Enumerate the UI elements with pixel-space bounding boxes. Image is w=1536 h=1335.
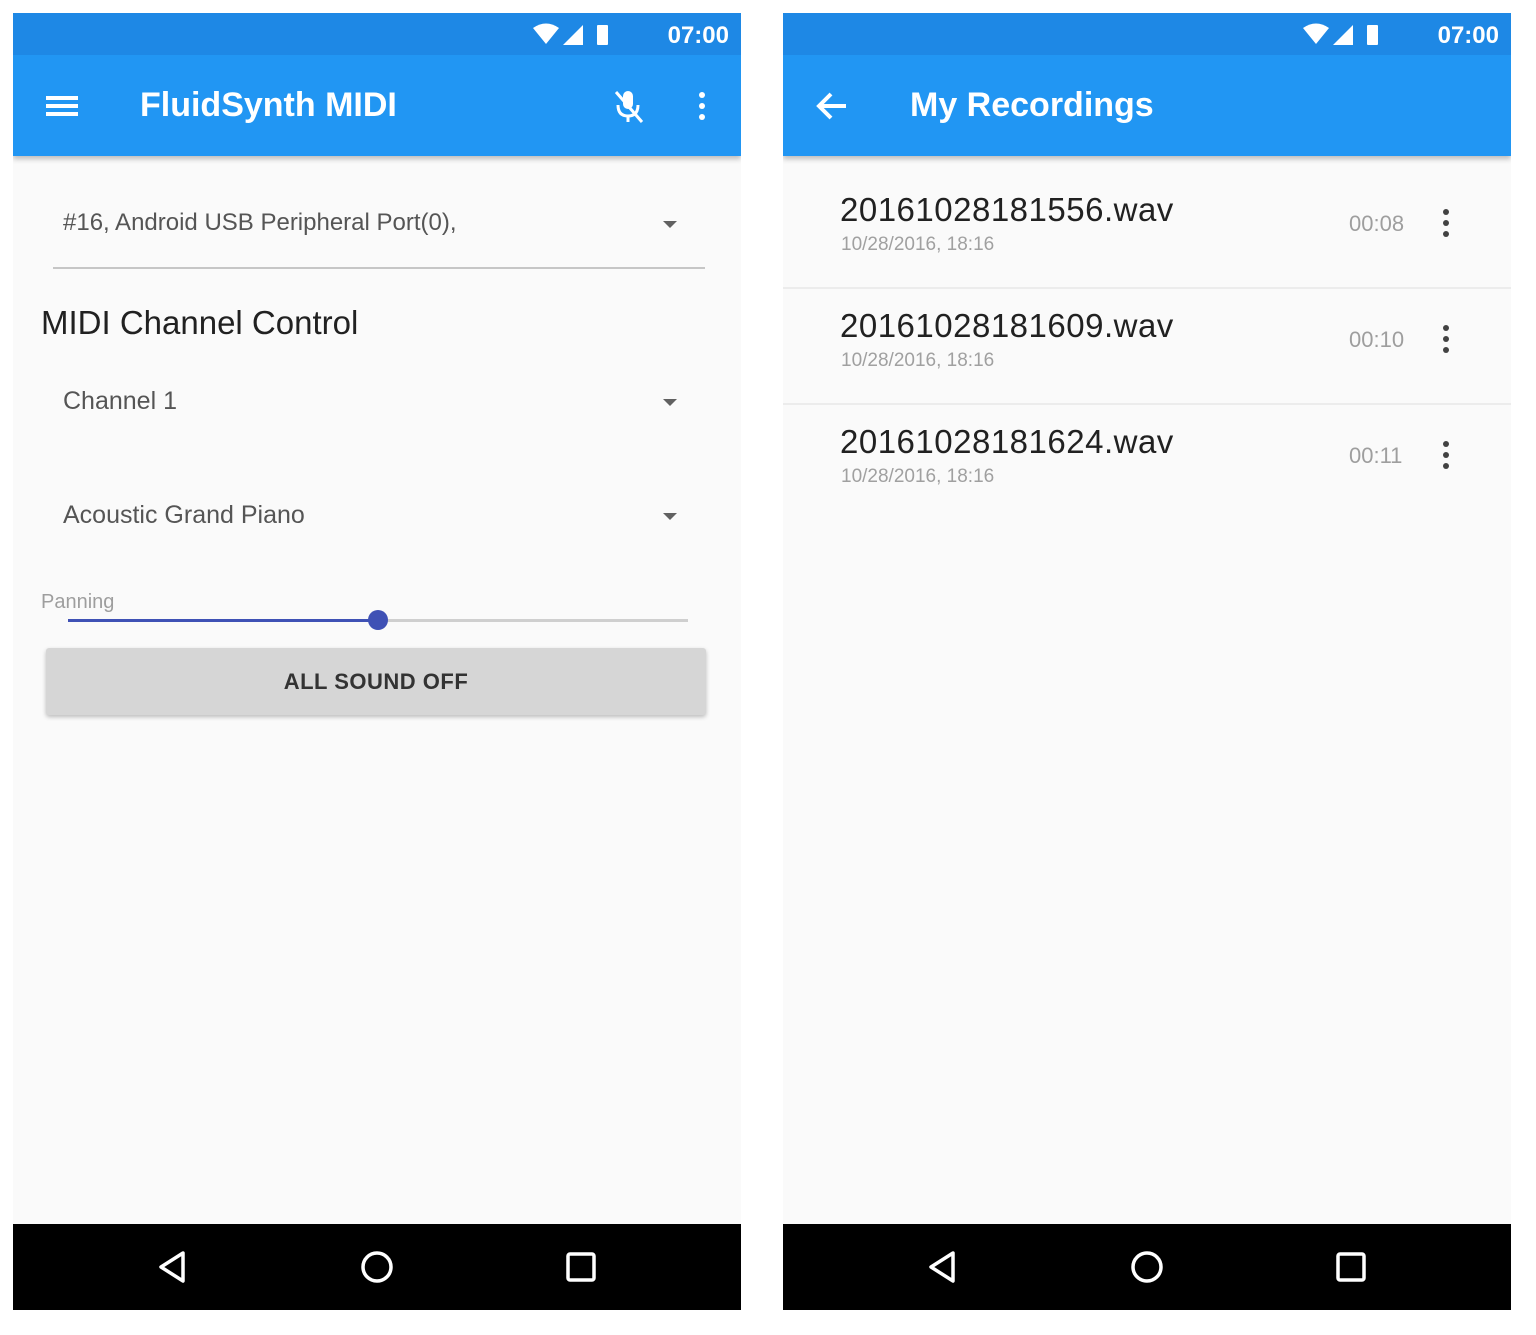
nav-back-icon (929, 1251, 955, 1283)
signal-icon (563, 25, 583, 45)
navigation-bar (13, 1224, 741, 1310)
recording-date: 10/28/2016, 18:16 (841, 466, 995, 487)
recordings-screen: 07:00 My Recordings 20161028181556.wav 1… (783, 13, 1511, 1310)
mic-off-icon (614, 91, 644, 123)
chevron-down-icon (663, 513, 677, 520)
section-title: MIDI Channel Control (41, 304, 359, 341)
channel-spinner[interactable]: Channel 1 (53, 387, 705, 427)
chevron-down-icon (663, 399, 677, 406)
status-bar: 07:00 (783, 13, 1511, 55)
navigation-bar (783, 1224, 1511, 1310)
channel-value: Channel 1 (63, 387, 177, 415)
chevron-down-icon (663, 221, 677, 228)
overflow-menu-button[interactable] (679, 83, 725, 129)
app-bar: 07:00 My Recordings (783, 13, 1511, 156)
midi-port-value: #16, Android USB Peripheral Port(0), (63, 209, 457, 236)
overflow-menu-icon[interactable] (1431, 203, 1461, 243)
wifi-icon (1303, 23, 1329, 44)
app-bar: 07:00 FluidSynth MIDI (13, 13, 741, 156)
status-icons (533, 23, 608, 45)
fluidsynth-screen: 07:00 FluidSynth MIDI #16, Android USB P… (13, 13, 741, 1310)
nav-home-button[interactable] (354, 1244, 400, 1290)
list-item[interactable]: 20161028181556.wav 10/28/2016, 18:16 00:… (783, 173, 1511, 289)
nav-home-icon (1131, 1251, 1163, 1283)
overflow-menu-icon[interactable] (1431, 435, 1461, 475)
nav-recents-button[interactable] (558, 1244, 604, 1290)
slider-thumb[interactable] (368, 610, 388, 630)
nav-recents-icon (1336, 1252, 1366, 1282)
recording-date: 10/28/2016, 18:16 (841, 350, 995, 371)
instrument-value: Acoustic Grand Piano (63, 501, 305, 529)
panning-slider[interactable] (68, 610, 688, 630)
signal-icon (1333, 25, 1353, 45)
slider-fill (68, 619, 378, 622)
status-icons (1303, 23, 1378, 45)
nav-back-button[interactable] (920, 1244, 966, 1290)
nav-home-icon (361, 1251, 393, 1283)
recording-name: 20161028181624.wav (840, 423, 1174, 460)
panning-label: Panning (41, 591, 115, 613)
status-time: 07:00 (667, 22, 729, 49)
recording-duration: 00:11 (1349, 443, 1403, 468)
instrument-spinner[interactable]: Acoustic Grand Piano (53, 501, 705, 541)
recording-duration: 00:10 (1349, 327, 1405, 352)
recording-name: 20161028181609.wav (840, 307, 1174, 344)
list-item[interactable]: 20161028181609.wav 10/28/2016, 18:16 00:… (783, 289, 1511, 405)
back-arrow-icon (816, 92, 846, 120)
nav-home-button[interactable] (1124, 1244, 1170, 1290)
back-button[interactable] (809, 83, 855, 129)
status-bar: 07:00 (13, 13, 741, 55)
app-title: FluidSynth MIDI (140, 86, 397, 124)
battery-icon (597, 25, 608, 45)
status-time: 07:00 (1437, 22, 1499, 49)
menu-icon (46, 96, 78, 116)
midi-port-spinner[interactable]: #16, Android USB Peripheral Port(0), (53, 209, 705, 269)
list-item[interactable]: 20161028181624.wav 10/28/2016, 18:16 00:… (783, 405, 1511, 521)
nav-recents-icon (566, 1252, 596, 1282)
overflow-menu-icon[interactable] (1431, 319, 1461, 359)
recording-date: 10/28/2016, 18:16 (841, 234, 995, 255)
overflow-menu-icon (699, 92, 705, 120)
nav-back-icon (159, 1251, 185, 1283)
recording-duration: 00:08 (1349, 211, 1405, 236)
all-sound-off-button[interactable]: ALL SOUND OFF (46, 648, 706, 715)
recording-name: 20161028181556.wav (840, 191, 1174, 228)
battery-icon (1367, 25, 1378, 45)
nav-back-button[interactable] (150, 1244, 196, 1290)
mic-off-button[interactable] (605, 83, 651, 129)
nav-recents-button[interactable] (1328, 1244, 1374, 1290)
wifi-icon (533, 23, 559, 44)
menu-button[interactable] (39, 83, 85, 129)
screen-title: My Recordings (910, 86, 1154, 124)
